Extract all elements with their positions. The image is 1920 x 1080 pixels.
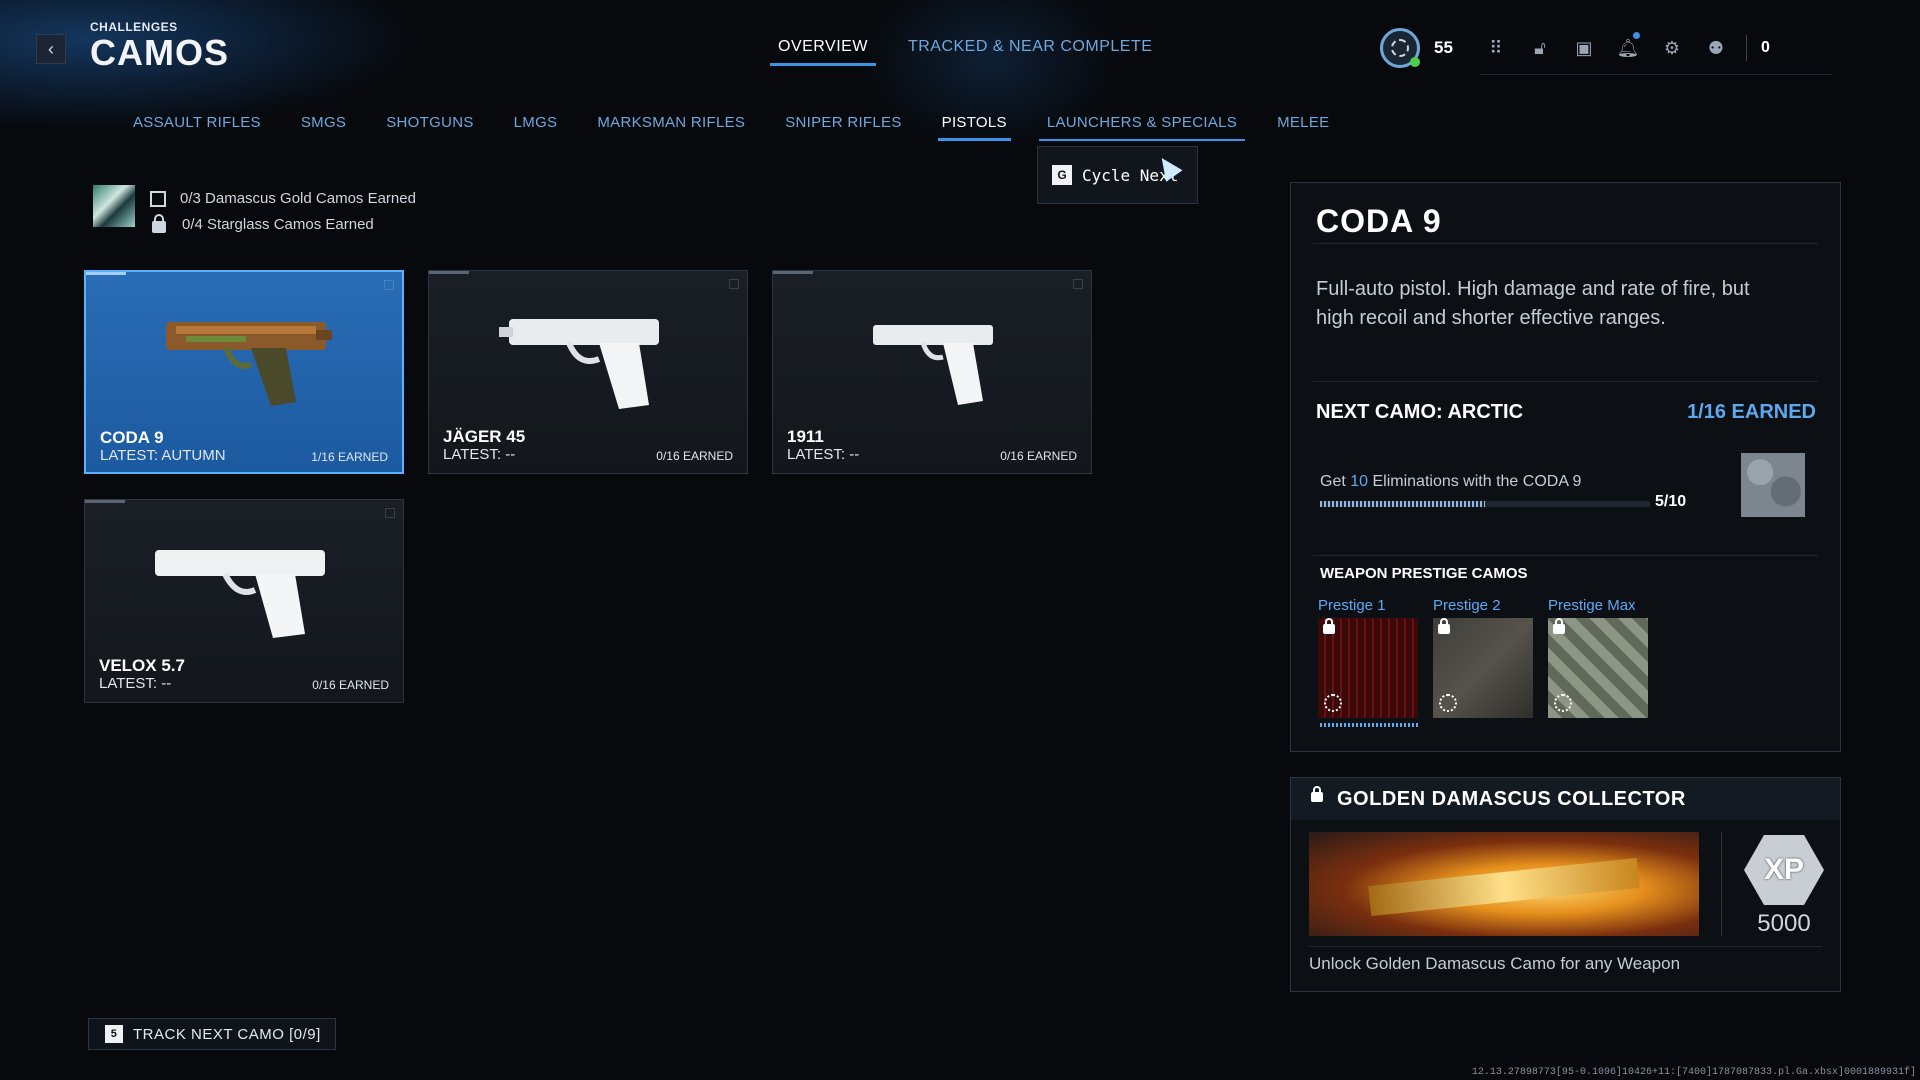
weapon-earned-count: 0/16 EARNED — [312, 678, 389, 692]
page-title: CAMOS — [90, 32, 229, 73]
track-next-camo-button[interactable]: 5 TRACK NEXT CAMO [0/9] — [88, 1018, 336, 1050]
prestige-heading: WEAPON PRESTIGE CAMOS — [1320, 565, 1528, 582]
challenge-text: Get 10 Eliminations with the CODA 9 — [1320, 473, 1582, 490]
weapon-card-jager-45[interactable]: JÄGER 45 LATEST: -- 0/16 EARNED — [428, 270, 748, 474]
weapon-category-tabs: ASSAULT RIFLES SMGS SHOTGUNS LMGS MARKSM… — [133, 114, 1329, 141]
next-camo-earned: 1/16 EARNED — [1687, 401, 1816, 423]
back-button[interactable]: ‹ — [36, 34, 66, 64]
reward-title: GOLDEN DAMASCUS COLLECTOR — [1337, 788, 1686, 810]
prestige-icon — [1554, 694, 1572, 712]
xp-icon: XP — [1739, 830, 1829, 910]
prestige-camo-max[interactable]: Prestige Max — [1548, 597, 1648, 718]
camo-summary-icon — [93, 185, 135, 227]
next-camo-label: NEXT CAMO: ARCTIC — [1316, 401, 1524, 423]
arctic-camo-thumbnail[interactable] — [1741, 453, 1805, 517]
weapon-card-1911[interactable]: 1911 LATEST: -- 0/16 EARNED — [772, 270, 1092, 474]
lock-icon — [152, 214, 166, 233]
prestige-camo-1[interactable]: Prestige 1 — [1318, 597, 1418, 718]
weapon-latest-camo: LATEST: -- — [99, 675, 172, 692]
pistol-icon — [873, 325, 993, 405]
starglass-progress: 0/4 Starglass Camos Earned — [182, 216, 374, 233]
tab-assault-rifles[interactable]: ASSAULT RIFLES — [133, 114, 261, 141]
challenge-progress-bar — [1320, 501, 1650, 507]
lock-icon — [1323, 618, 1335, 634]
bell-icon[interactable]: 🔔︎ — [1606, 28, 1650, 68]
weapon-card-coda-9[interactable]: CODA 9 LATEST: AUTUMN 1/16 EARNED — [84, 270, 404, 474]
lock-icon — [1553, 618, 1565, 634]
reward-description: Unlock Golden Damascus Camo for any Weap… — [1309, 954, 1681, 973]
chevron-left-icon: ‹ — [48, 38, 54, 59]
pistol-icon — [166, 322, 332, 406]
prestige-camo-2[interactable]: Prestige 2 — [1433, 597, 1533, 718]
tab-smgs[interactable]: SMGS — [301, 114, 346, 141]
prestige-1-progress — [1320, 723, 1420, 727]
tab-launchers-specials[interactable]: LAUNCHERS & SPECIALS — [1038, 114, 1246, 141]
weapon-earned-count: 0/16 EARNED — [656, 449, 733, 463]
prestige-icon — [1439, 694, 1457, 712]
player-level: 55 — [1434, 38, 1453, 57]
tab-pistols[interactable]: PISTOLS — [937, 114, 1012, 141]
weapon-latest-camo: LATEST: AUTUMN — [100, 447, 226, 464]
party-icon[interactable]: ⚉ — [1694, 28, 1738, 68]
camo-summary: 0/3 Damascus Gold Camos Earned 0/4 Starg… — [150, 186, 416, 238]
rank-emblem-icon[interactable] — [1380, 28, 1420, 68]
grid-menu-icon[interactable]: ⠿ — [1474, 28, 1518, 68]
detail-weapon-name: CODA 9 — [1316, 203, 1442, 239]
build-version: 12.13.27898773[95-0.1096]10426+11:[7400]… — [1471, 1067, 1916, 1078]
pistol-icon — [499, 319, 659, 409]
prestige-icon — [1324, 694, 1342, 712]
pistol-icon — [155, 550, 325, 638]
xp-value: 5000 — [1757, 910, 1811, 937]
lock-icon — [1438, 618, 1450, 634]
key-5-icon: 5 — [105, 1025, 123, 1043]
weapon-name: CODA 9 — [100, 428, 164, 447]
hud-bar: 55 ⠿ 🔓︎ ▣ 🔔︎ ⚙ ⚉ 0 — [1380, 28, 1770, 68]
prestige-label: Prestige Max — [1548, 597, 1636, 614]
lock-icon — [1311, 786, 1323, 802]
track-label: TRACK NEXT CAMO [0/9] — [133, 1025, 321, 1043]
tab-melee[interactable]: MELEE — [1277, 114, 1329, 141]
prestige-label: Prestige 2 — [1433, 597, 1501, 614]
tab-shotguns[interactable]: SHOTGUNS — [386, 114, 473, 141]
golden-damascus-reward[interactable]: GOLDEN DAMASCUS COLLECTOR XP 5000 Unlock… — [1290, 777, 1841, 992]
weapon-name: VELOX 5.7 — [99, 656, 185, 675]
weapon-earned-count: 1/16 EARNED — [311, 450, 388, 464]
checkbox-icon — [150, 191, 166, 207]
tab-tracked-near-complete[interactable]: TRACKED & NEAR COMPLETE — [908, 38, 1152, 66]
camera-icon[interactable]: ▣ — [1562, 28, 1606, 68]
weapon-name: JÄGER 45 — [443, 427, 526, 446]
weapon-name: 1911 — [787, 427, 824, 446]
currency-count: 0 — [1761, 39, 1770, 56]
tab-overview[interactable]: OVERVIEW — [770, 38, 876, 66]
unlock-icon[interactable]: 🔓︎ — [1518, 28, 1562, 68]
weapon-latest-camo: LATEST: -- — [443, 446, 516, 463]
prestige-label: Prestige 1 — [1318, 597, 1386, 614]
weapon-latest-camo: LATEST: -- — [787, 446, 860, 463]
top-tabs: OVERVIEW TRACKED & NEAR COMPLETE — [770, 38, 1152, 66]
weapon-detail-panel: CODA 9 Full-auto pistol. High damage and… — [1290, 182, 1841, 752]
weapon-description: Full-auto pistol. High damage and rate o… — [1316, 278, 1750, 329]
weapon-earned-count: 0/16 EARNED — [1000, 449, 1077, 463]
golden-damascus-image — [1309, 832, 1699, 936]
gear-icon[interactable]: ⚙ — [1650, 28, 1694, 68]
damascus-progress: 0/3 Damascus Gold Camos Earned — [180, 190, 416, 207]
tab-sniper-rifles[interactable]: SNIPER RIFLES — [785, 114, 901, 141]
challenge-progress-value: 5/10 — [1655, 493, 1687, 510]
tab-lmgs[interactable]: LMGS — [514, 114, 558, 141]
key-g-icon: G — [1052, 165, 1072, 185]
weapon-card-velox-5-7[interactable]: VELOX 5.7 LATEST: -- 0/16 EARNED — [84, 499, 404, 703]
tab-marksman-rifles[interactable]: MARKSMAN RIFLES — [597, 114, 745, 141]
